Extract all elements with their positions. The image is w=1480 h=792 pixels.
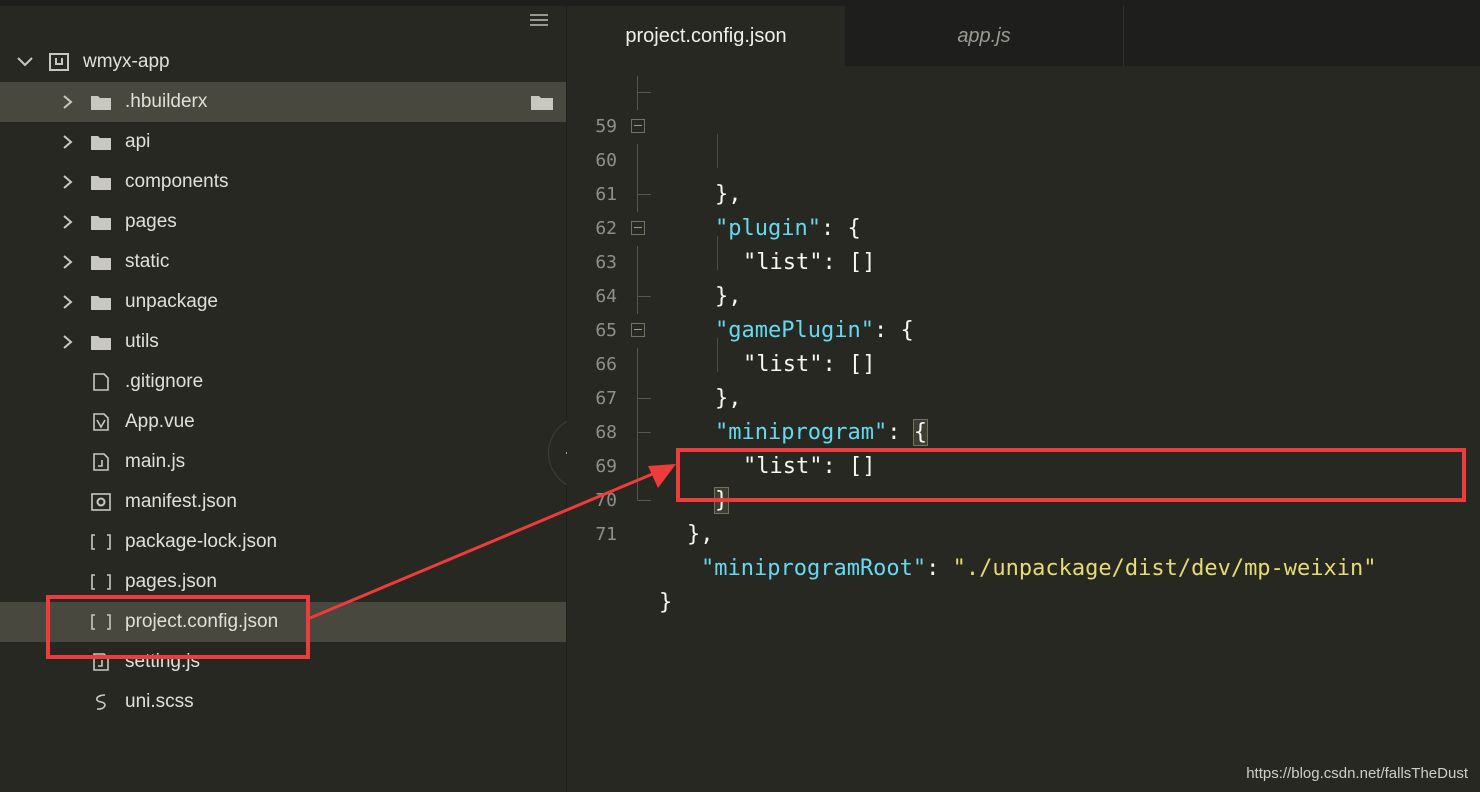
chevron-down-icon bbox=[17, 57, 33, 67]
folder-icon bbox=[91, 176, 111, 190]
tree-item-label: manifest.json bbox=[125, 491, 237, 512]
code-line-67: 67 "list": [] bbox=[567, 348, 1480, 479]
code-editor[interactable]: 59 }, 60 "plugin": { 61 "list": [] 62 },… bbox=[567, 66, 1480, 792]
tree-item-main-js[interactable]: main.js bbox=[0, 442, 566, 482]
tree-item-hbuilderx[interactable]: .hbuilderx bbox=[0, 82, 566, 122]
tree-item-label: pages bbox=[125, 211, 177, 232]
code-line-68: 68 } bbox=[567, 382, 1480, 514]
tree-item-manifest-json[interactable]: manifest.json bbox=[0, 482, 566, 522]
tree-item-package-lock-json[interactable]: package-lock.json bbox=[0, 522, 566, 562]
tree-item-label: uni.scss bbox=[125, 691, 194, 712]
json-file-icon bbox=[91, 574, 111, 590]
project-icon bbox=[49, 53, 69, 71]
fold-toggle-icon[interactable] bbox=[631, 221, 645, 235]
chevron-right-icon bbox=[63, 335, 73, 349]
json-file-icon bbox=[91, 534, 111, 550]
editor-tabs: project.config.json app.js bbox=[567, 6, 1480, 66]
code-line-63: 63 "gamePlugin": { bbox=[567, 212, 1480, 343]
code-line-61: 61 "list": [] bbox=[567, 144, 1480, 275]
tab-app-js[interactable]: app.js bbox=[845, 6, 1124, 66]
scss-file-icon bbox=[96, 694, 106, 710]
fold-toggle-icon[interactable] bbox=[631, 119, 645, 133]
folder-icon bbox=[91, 296, 111, 310]
chevron-right-icon bbox=[63, 95, 73, 109]
tree-item-label: api bbox=[125, 131, 151, 152]
line-number: 71 bbox=[595, 524, 617, 545]
tree-item-label: .hbuilderx bbox=[125, 91, 208, 112]
folder-icon bbox=[91, 336, 111, 350]
code-line-65: 65 }, bbox=[567, 280, 1480, 411]
json-string-value: "./unpackage/dist/dev/mp-weixin" bbox=[952, 556, 1377, 581]
watermark: https://blog.csdn.net/fallsTheDust bbox=[1246, 765, 1468, 782]
tree-item-app-vue[interactable]: App.vue bbox=[0, 402, 566, 442]
folder-icon bbox=[91, 256, 111, 270]
tree-item-components[interactable]: components bbox=[0, 162, 566, 202]
tree-item-gitignore[interactable]: .gitignore bbox=[0, 362, 566, 402]
folder-icon bbox=[91, 136, 111, 150]
code-line-64: 64 "list": [] bbox=[567, 246, 1480, 377]
open-folder-icon[interactable] bbox=[530, 92, 554, 112]
root-label: wmyx-app bbox=[83, 51, 170, 72]
tree-item-label: .gitignore bbox=[125, 371, 204, 392]
code-line-69: 69 }, bbox=[567, 416, 1480, 547]
tree-item-label: App.vue bbox=[125, 411, 195, 432]
tree-item-uni-scss[interactable]: uni.scss bbox=[0, 682, 566, 722]
hamburger-menu-icon[interactable] bbox=[530, 14, 548, 28]
chevron-right-icon bbox=[63, 135, 73, 149]
tree-item-label: utils bbox=[125, 331, 159, 352]
tree-item-utils[interactable]: utils bbox=[0, 322, 566, 362]
js-file-icon bbox=[93, 453, 109, 471]
folder-icon bbox=[91, 96, 111, 110]
code-line-66: 66 "miniprogram": { bbox=[567, 314, 1480, 446]
tree-item-static[interactable]: static bbox=[0, 242, 566, 282]
tree-item-label: main.js bbox=[125, 451, 186, 472]
project-explorer: wmyx-app .hbuilderx api components pages sta… bbox=[0, 6, 589, 792]
tree-item-label: unpackage bbox=[125, 291, 218, 312]
code-line-60: 60 "plugin": { bbox=[567, 110, 1480, 241]
file-icon bbox=[93, 373, 109, 391]
tree-item-unpackage[interactable]: unpackage bbox=[0, 282, 566, 322]
json-key: "miniprogramRoot" bbox=[701, 556, 927, 581]
tab-project-config[interactable]: project.config.json bbox=[567, 6, 845, 66]
code-text: : bbox=[926, 556, 953, 581]
highlight-box-file bbox=[46, 595, 310, 659]
tree-item-api[interactable]: api bbox=[0, 122, 566, 162]
tree-item-label: static bbox=[125, 251, 170, 272]
highlight-box-code bbox=[676, 448, 1466, 502]
tree-root[interactable]: wmyx-app bbox=[0, 42, 566, 82]
chevron-right-icon bbox=[63, 215, 73, 229]
code-line-59: 59 }, bbox=[567, 76, 1480, 207]
tree-item-pages[interactable]: pages bbox=[0, 202, 566, 242]
chevron-right-icon bbox=[63, 295, 73, 309]
vue-file-icon bbox=[93, 413, 109, 431]
manifest-file-icon bbox=[91, 493, 111, 511]
fold-toggle-icon[interactable] bbox=[631, 323, 645, 337]
code-line-62: 62 }, bbox=[567, 178, 1480, 309]
tree-item-label: package-lock.json bbox=[125, 531, 278, 552]
chevron-right-icon bbox=[63, 255, 73, 269]
code-text: }, bbox=[687, 522, 714, 547]
chevron-right-icon bbox=[63, 175, 73, 189]
code-text: } bbox=[659, 590, 673, 615]
folder-icon bbox=[91, 216, 111, 230]
tree-item-label: components bbox=[125, 171, 229, 192]
